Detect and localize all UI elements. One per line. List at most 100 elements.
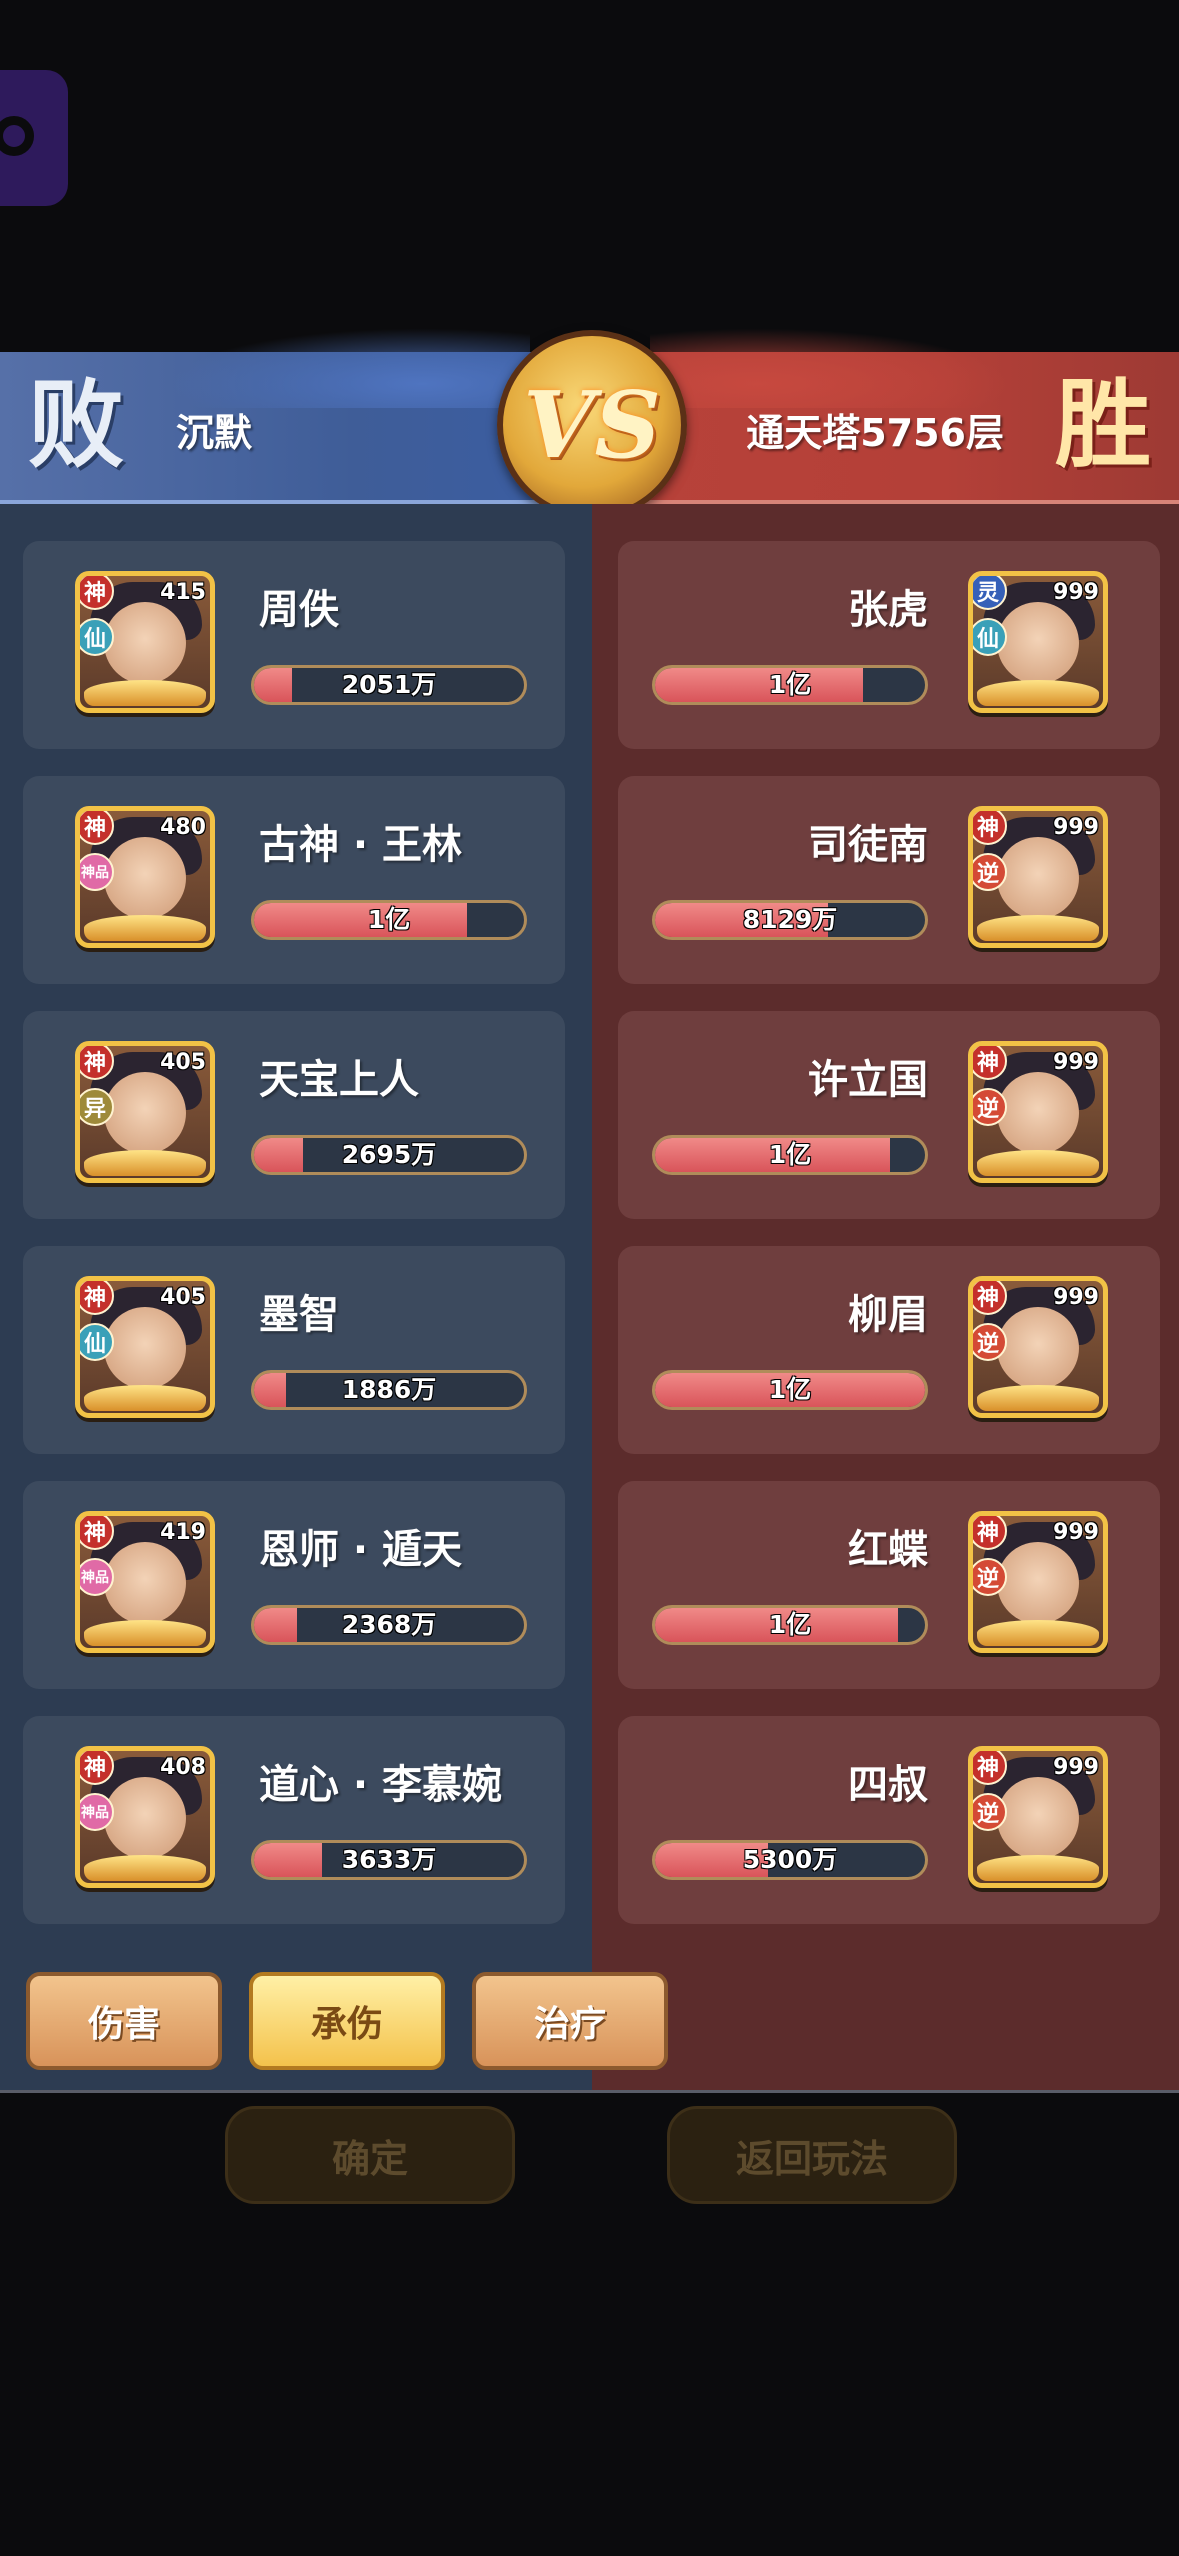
rank-badge-icon: 神	[80, 1281, 114, 1315]
hero-portrait[interactable]: 999 神逆	[968, 1041, 1108, 1183]
damage-bar: 8129万	[652, 900, 928, 940]
hero-level: 999	[1053, 1285, 1099, 1310]
result-banner: 败 沉默 通天塔5756层 胜 VS	[0, 328, 1179, 520]
tab-healing[interactable]: 治疗	[472, 1972, 668, 2070]
faction-badge-icon: 仙	[973, 618, 1007, 656]
hero-portrait[interactable]: 408 神神品	[75, 1746, 215, 1888]
left-hero-card[interactable]: 405 神仙 墨智 1886万	[23, 1246, 565, 1454]
rank-wing-icon	[84, 1385, 206, 1411]
rank-badge-icon: 灵	[973, 576, 1007, 610]
rank-badge-icon: 神	[973, 1751, 1007, 1785]
rank-wing-icon	[84, 680, 206, 706]
right-hero-card[interactable]: 999 神逆 司徒南 8129万	[618, 776, 1160, 984]
hero-name: 四叔	[848, 1762, 928, 1808]
damage-bar: 1亿	[652, 665, 928, 705]
hero-portrait[interactable]: 999 神逆	[968, 806, 1108, 948]
damage-bar: 1亿	[652, 1370, 928, 1410]
lose-label: 败	[28, 368, 124, 481]
back-to-mode-button[interactable]: 返回玩法	[667, 2106, 957, 2204]
rank-badge-icon: 神	[973, 1046, 1007, 1080]
rank-wing-icon	[977, 1385, 1099, 1411]
rank-wing-icon	[84, 1620, 206, 1646]
hero-face	[104, 1072, 186, 1154]
hero-name: 古神 · 王林	[259, 822, 463, 868]
left-hero-card[interactable]: 480 神神品 古神 · 王林 1亿	[23, 776, 565, 984]
faction-badge-icon: 逆	[973, 1088, 1007, 1126]
right-player-name: 通天塔5756层	[746, 411, 1004, 455]
rank-badge-icon: 神	[973, 1281, 1007, 1315]
hero-face	[104, 1307, 186, 1389]
hero-level: 999	[1053, 815, 1099, 840]
rank-wing-icon	[977, 915, 1099, 941]
damage-value: 3633万	[341, 1845, 437, 1874]
rank-wing-icon	[977, 1150, 1099, 1176]
hero-level: 480	[160, 815, 206, 840]
win-label: 胜	[1055, 368, 1151, 481]
damage-value: 5300万	[742, 1845, 838, 1874]
right-hero-card[interactable]: 999 神逆 红蝶 1亿	[618, 1481, 1160, 1689]
rank-badge-icon: 神	[80, 1516, 114, 1550]
hero-portrait[interactable]: 999 灵仙	[968, 571, 1108, 713]
tab-damage-taken[interactable]: 承伤	[249, 1972, 445, 2070]
faction-badge-icon: 逆	[973, 853, 1007, 891]
hero-face	[997, 1777, 1079, 1859]
damage-value: 1亿	[768, 1610, 812, 1639]
damage-value: 1亿	[367, 905, 411, 934]
damage-value: 2051万	[341, 670, 437, 699]
rank-badge-icon: 神	[973, 811, 1007, 845]
right-hero-card[interactable]: 999 神逆 许立国 1亿	[618, 1011, 1160, 1219]
damage-bar: 3633万	[251, 1840, 527, 1880]
damage-bar: 2368万	[251, 1605, 527, 1645]
left-hero-card[interactable]: 415 神仙 周佚 2051万	[23, 541, 565, 749]
menu-icon	[0, 116, 34, 156]
faction-badge-icon: 逆	[973, 1793, 1007, 1831]
confirm-button[interactable]: 确定	[225, 2106, 515, 2204]
blue-flame-decoration	[170, 328, 530, 408]
left-hero-card[interactable]: 419 神神品 恩师 · 遁天 2368万	[23, 1481, 565, 1689]
rank-badge-icon: 神	[80, 1751, 114, 1785]
damage-bar: 5300万	[652, 1840, 928, 1880]
left-hero-card[interactable]: 408 神神品 道心 · 李慕婉 3633万	[23, 1716, 565, 1924]
right-hero-card[interactable]: 999 神逆 四叔 5300万	[618, 1716, 1160, 1924]
hero-portrait[interactable]: 405 神仙	[75, 1276, 215, 1418]
rank-wing-icon	[977, 680, 1099, 706]
damage-value: 1886万	[341, 1375, 437, 1404]
hero-face	[997, 1072, 1079, 1154]
damage-value: 1亿	[768, 1375, 812, 1404]
hero-name: 周佚	[259, 587, 339, 633]
hero-portrait[interactable]: 999 神逆	[968, 1511, 1108, 1653]
faction-badge-icon: 逆	[973, 1558, 1007, 1596]
damage-value: 8129万	[742, 905, 838, 934]
rank-wing-icon	[977, 1855, 1099, 1881]
faction-badge-icon: 仙	[80, 618, 114, 656]
rank-wing-icon	[84, 1855, 206, 1881]
faction-badge-icon: 神品	[80, 1793, 114, 1831]
hero-name: 恩师 · 遁天	[259, 1527, 463, 1573]
hero-portrait[interactable]: 415 神仙	[75, 571, 215, 713]
hero-level: 405	[160, 1285, 206, 1310]
damage-bar: 1亿	[652, 1135, 928, 1175]
hero-level: 419	[160, 1520, 206, 1545]
hero-level: 405	[160, 1050, 206, 1075]
tab-damage[interactable]: 伤害	[26, 1972, 222, 2070]
hero-level: 999	[1053, 1050, 1099, 1075]
hero-face	[104, 837, 186, 919]
hero-face	[104, 1777, 186, 1859]
hero-portrait[interactable]: 419 神神品	[75, 1511, 215, 1653]
damage-value: 1亿	[768, 1140, 812, 1169]
right-hero-card[interactable]: 999 灵仙 张虎 1亿	[618, 541, 1160, 749]
left-player-name: 沉默	[176, 411, 253, 455]
rank-wing-icon	[84, 915, 206, 941]
hero-name: 天宝上人	[259, 1057, 419, 1103]
hero-portrait[interactable]: 405 神异	[75, 1041, 215, 1183]
hero-face	[104, 602, 186, 684]
hero-face	[997, 837, 1079, 919]
hero-portrait[interactable]: 480 神神品	[75, 806, 215, 948]
hero-level: 408	[160, 1755, 206, 1780]
left-hero-card[interactable]: 405 神异 天宝上人 2695万	[23, 1011, 565, 1219]
corner-menu-button[interactable]	[0, 70, 68, 206]
hero-portrait[interactable]: 999 神逆	[968, 1276, 1108, 1418]
hero-portrait[interactable]: 999 神逆	[968, 1746, 1108, 1888]
right-hero-card[interactable]: 999 神逆 柳眉 1亿	[618, 1246, 1160, 1454]
vs-badge: VS	[497, 330, 687, 520]
